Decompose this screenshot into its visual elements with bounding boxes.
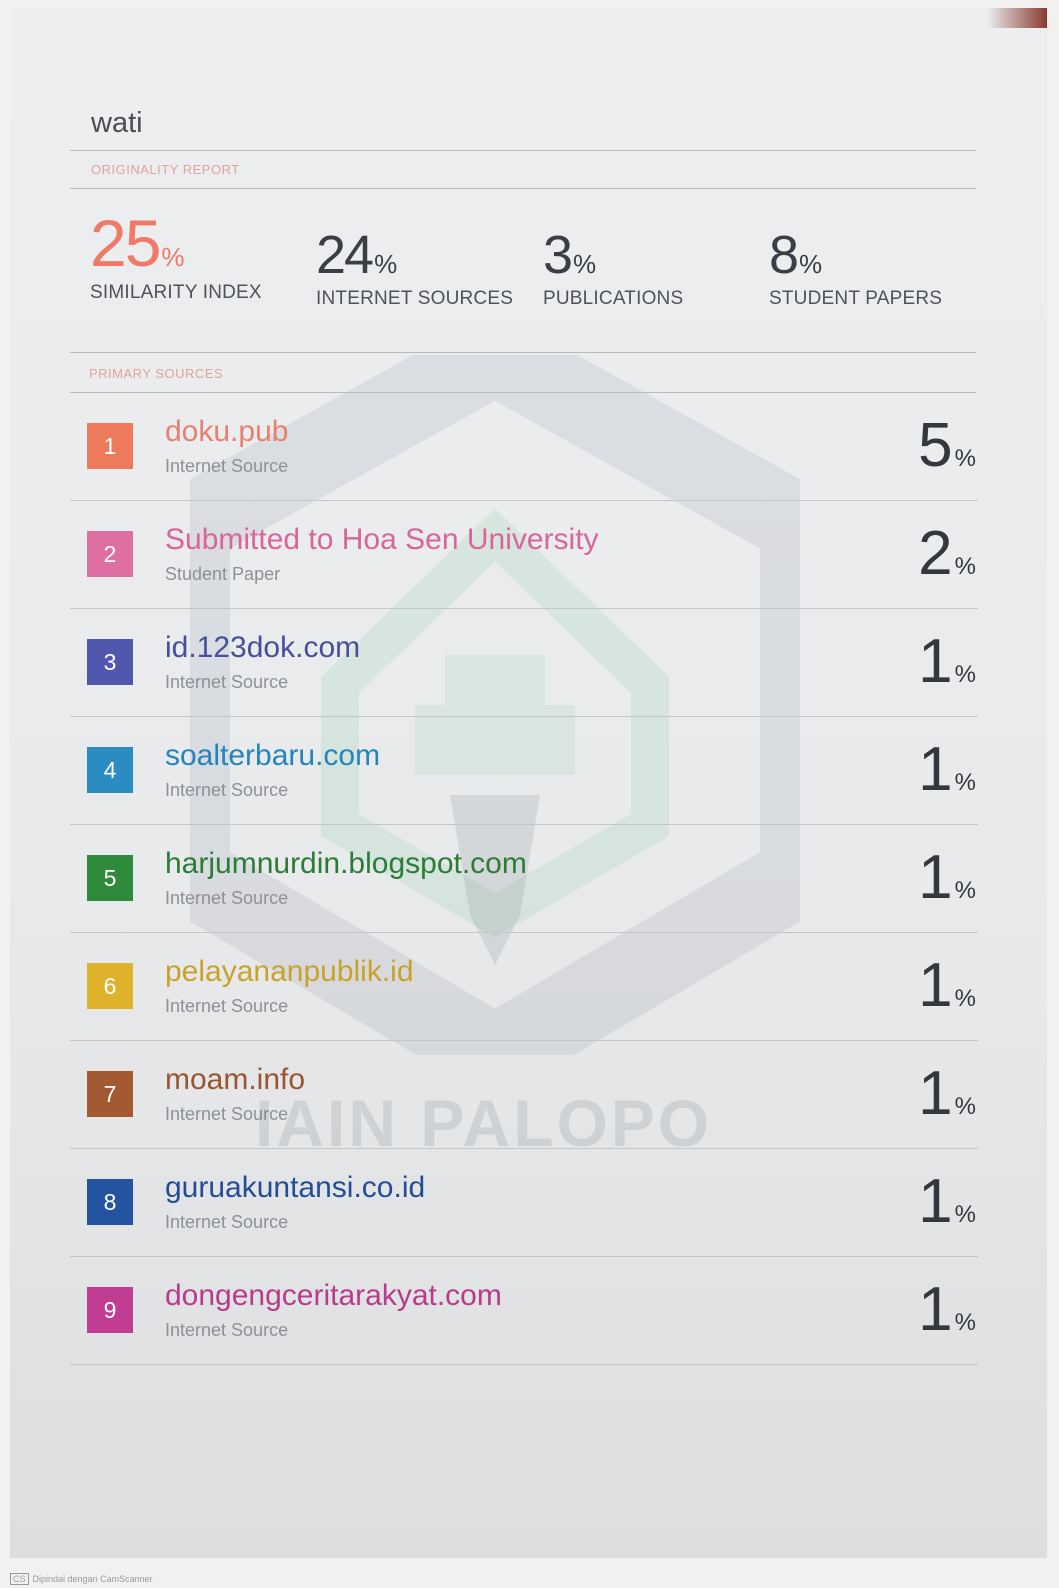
source-name: pelayananpublik.id [165, 955, 414, 988]
source-type: Internet Source [165, 888, 289, 908]
source-match-value: 1 [918, 951, 953, 1020]
source-match-value: 1 [918, 1275, 953, 1344]
source-match-percent-sign: % [954, 1309, 976, 1336]
source-match-share: 1% [918, 1171, 976, 1233]
source-match-value: 1 [918, 1059, 953, 1128]
publications-stat: 3% PUBLICATIONS [543, 228, 683, 310]
source-match-share: 1% [918, 955, 976, 1017]
source-type: Internet Source [165, 456, 289, 476]
similarity-index-label: SIMILARITY INDEX [90, 282, 262, 303]
publications-value: 3 [543, 225, 573, 285]
source-match-share: 1% [918, 847, 976, 909]
source-match-value: 1 [918, 735, 953, 804]
watermark-text: IAIN PALOPO [255, 1086, 713, 1160]
source-match-share: 1% [918, 739, 976, 801]
divider [70, 150, 976, 151]
publications-label: PUBLICATIONS [543, 288, 684, 309]
source-match-percent-sign: % [954, 877, 976, 904]
source-type: Internet Source [165, 1212, 289, 1232]
student-papers-value: 8 [769, 225, 799, 285]
divider [70, 188, 976, 189]
source-rank-badge: 4 [87, 747, 133, 793]
source-match-value: 2 [918, 519, 953, 588]
source-name: Submitted to Hoa Sen University [165, 523, 599, 556]
primary-sources-label: PRIMARY SOURCES [89, 366, 224, 381]
originality-report-label: ORIGINALITY REPORT [91, 162, 240, 177]
internet-sources-label: INTERNET SOURCES [316, 288, 514, 309]
source-type: Internet Source [165, 672, 289, 692]
source-match-percent-sign: % [954, 985, 976, 1012]
internet-sources-stat: 24% INTERNET SOURCES [316, 228, 513, 310]
source-match-percent-sign: % [954, 1093, 976, 1120]
source-match-percent-sign: % [954, 1201, 976, 1228]
source-match-percent-sign: % [954, 445, 976, 472]
source-name: doku.pub [165, 415, 289, 448]
publications-percent-sign: % [573, 249, 597, 279]
source-rank-badge: 5 [87, 855, 133, 901]
source-match-percent-sign: % [954, 769, 976, 796]
source-match-share: 1% [918, 631, 976, 693]
similarity-index-value: 25 [90, 206, 161, 280]
document-title: wati [91, 107, 143, 139]
camscanner-logo-icon: CS [10, 1573, 29, 1585]
source-rank-badge: 1 [87, 423, 133, 469]
student-papers-label: STUDENT PAPERS [769, 288, 943, 309]
similarity-index-stat: 25% SIMILARITY INDEX [90, 210, 262, 304]
source-row: 2 Submitted to Hoa Sen University Studen… [70, 501, 978, 609]
source-match-share: 1% [918, 1279, 976, 1341]
source-match-share: 2% [918, 523, 976, 585]
row-divider [70, 1364, 978, 1365]
source-rank-badge: 7 [87, 1071, 133, 1117]
source-name: dongengceritarakyat.com [165, 1279, 502, 1312]
source-row: 1 doku.pub Internet Source 5% [70, 393, 978, 501]
source-rank-badge: 2 [87, 531, 133, 577]
source-rank-badge: 9 [87, 1287, 133, 1333]
source-match-percent-sign: % [954, 661, 976, 688]
source-name: guruakuntansi.co.id [165, 1171, 426, 1204]
source-row: 9 dongengceritarakyat.com Internet Sourc… [70, 1257, 978, 1365]
source-match-share: 1% [918, 1063, 976, 1125]
source-match-value: 1 [918, 1167, 953, 1236]
page-corner-shadow [987, 8, 1047, 28]
similarity-index-percent-sign: % [161, 242, 185, 272]
source-row: 5 harjumnurdin.blogspot.com Internet Sou… [70, 825, 978, 933]
source-row: 4 soalterbaru.com Internet Source 1% [70, 717, 978, 825]
source-type: Student Paper [165, 564, 281, 584]
source-rank-badge: 6 [87, 963, 133, 1009]
source-name: id.123dok.com [165, 631, 361, 664]
source-match-value: 1 [918, 843, 953, 912]
source-type: Internet Source [165, 996, 289, 1016]
source-row: 6 pelayananpublik.id Internet Source 1% [70, 933, 978, 1041]
student-papers-stat: 8% STUDENT PAPERS [769, 228, 942, 310]
source-name: soalterbaru.com [165, 739, 381, 772]
source-rank-badge: 3 [87, 639, 133, 685]
source-row: 3 id.123dok.com Internet Source 1% [70, 609, 978, 717]
internet-sources-value: 24 [316, 225, 374, 285]
source-rank-badge: 8 [87, 1179, 133, 1225]
source-match-value: 1 [918, 627, 953, 696]
source-name: harjumnurdin.blogspot.com [165, 847, 527, 880]
source-row: 8 guruakuntansi.co.id Internet Source 1% [70, 1149, 978, 1257]
scanner-footer: CS Dipindai dengan CamScanner [10, 1573, 153, 1585]
source-match-value: 5 [918, 411, 953, 480]
source-type: Internet Source [165, 1320, 289, 1340]
student-papers-percent-sign: % [799, 249, 823, 279]
internet-sources-percent-sign: % [374, 249, 398, 279]
source-type: Internet Source [165, 780, 289, 800]
source-match-share: 5% [918, 415, 976, 477]
source-match-percent-sign: % [954, 553, 976, 580]
divider [70, 352, 976, 353]
scanner-footer-text: Dipindai dengan CamScanner [32, 1574, 153, 1584]
